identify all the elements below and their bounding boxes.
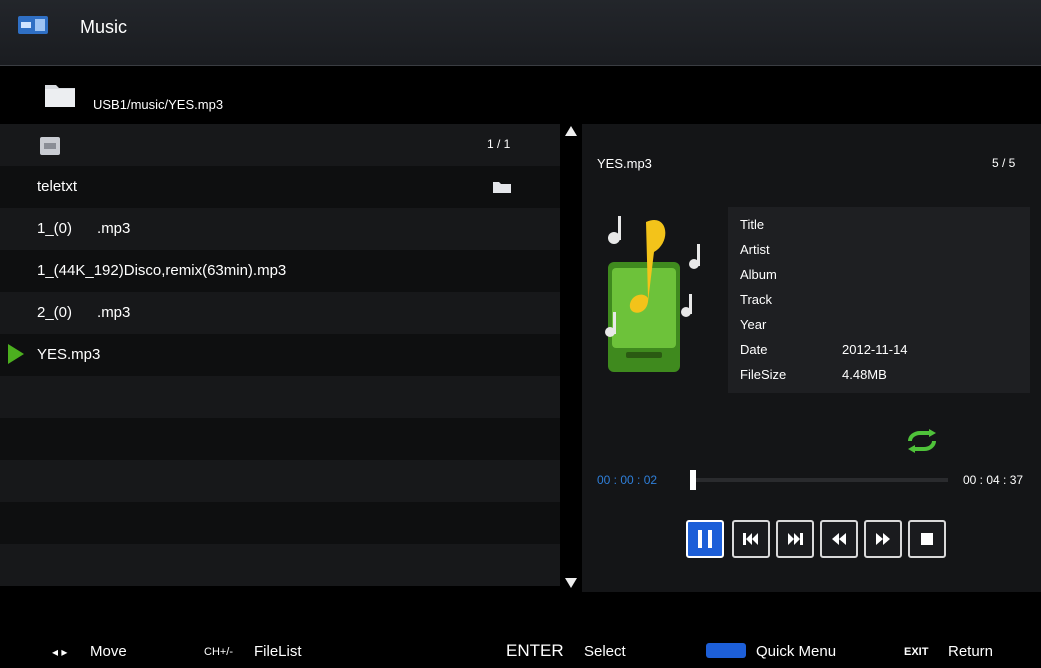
stop-button[interactable]	[908, 520, 946, 558]
blue-key-icon	[706, 643, 746, 658]
now-playing-filename: YES.mp3	[597, 156, 652, 171]
previous-button[interactable]	[732, 520, 770, 558]
stop-icon	[921, 533, 933, 545]
repeat-icon[interactable]	[905, 428, 939, 454]
info-value-filesize: 4.48MB	[842, 367, 887, 382]
list-item[interactable]: 2_(0) .mp3	[0, 292, 560, 334]
list-page-indicator: 1 / 1	[487, 137, 511, 151]
title-bar	[0, 0, 1041, 66]
track-info-box	[728, 207, 1030, 393]
progress-bar[interactable]	[690, 478, 948, 482]
rewind-button[interactable]	[820, 520, 858, 558]
usb-icon	[18, 16, 48, 34]
music-album-art-icon	[605, 216, 700, 372]
fast-forward-icon	[876, 533, 890, 545]
next-icon	[788, 533, 803, 545]
footer-return-label: Return	[948, 643, 994, 660]
folder-icon	[45, 85, 75, 107]
list-item-playing[interactable]: YES.mp3	[0, 334, 560, 376]
info-label-title: Title	[740, 217, 765, 232]
progress-thumb[interactable]	[689, 470, 696, 490]
info-label-artist: Artist	[740, 242, 770, 257]
info-label-album: Album	[740, 267, 777, 282]
app-title: Music	[80, 17, 128, 37]
file-list: teletxt 1_(0) .mp3 1_(44K_192)Disco,remi…	[0, 124, 560, 592]
list-item-empty	[0, 502, 560, 544]
arrows-key-icon: ◂ ▸	[52, 645, 68, 659]
total-duration: 00 : 04 : 37	[963, 473, 1024, 487]
info-label-date: Date	[740, 342, 768, 357]
list-item[interactable]: 1_(44K_192)Disco,remix(63min).mp3	[0, 250, 560, 292]
pause-icon	[698, 530, 712, 548]
footer-exit-key: EXIT	[904, 646, 929, 658]
pause-button[interactable]	[686, 520, 724, 558]
folder-icon	[493, 182, 511, 193]
elapsed-time: 00 : 00 : 02	[597, 473, 658, 487]
info-label-filesize: FileSize	[740, 367, 787, 382]
footer-filelist-label: FileList	[254, 643, 302, 660]
info-label-year: Year	[740, 317, 767, 332]
scroll-down-icon[interactable]	[565, 578, 577, 588]
list-item-parent[interactable]	[0, 124, 560, 166]
previous-icon	[743, 533, 758, 545]
up-folder-icon[interactable]	[40, 137, 60, 155]
scrollbar[interactable]	[562, 124, 580, 592]
footer-enter-key: ENTER	[506, 641, 564, 660]
footer-select-label: Select	[584, 643, 626, 660]
fast-forward-button[interactable]	[864, 520, 902, 558]
next-button[interactable]	[776, 520, 814, 558]
path-bar	[0, 66, 1041, 124]
info-label-track: Track	[740, 292, 773, 307]
list-item-empty	[0, 418, 560, 460]
footer-move-label: Move	[90, 643, 127, 660]
footer-quickmenu-label: Quick Menu	[756, 643, 837, 660]
list-item[interactable]: 1_(0) .mp3	[0, 208, 560, 250]
list-item-empty	[0, 460, 560, 502]
info-value-date: 2012-11-14	[842, 342, 908, 357]
current-path: USB1/music/YES.mp3	[93, 97, 224, 112]
list-item[interactable]: teletxt	[0, 166, 560, 208]
list-item-empty	[0, 544, 560, 586]
scroll-up-icon[interactable]	[565, 126, 577, 136]
playing-indicator-icon	[8, 344, 24, 364]
rewind-icon	[832, 533, 846, 545]
track-counter: 5 / 5	[992, 156, 1016, 170]
list-item-empty	[0, 376, 560, 418]
footer-ch-key: CH+/-	[204, 646, 234, 658]
